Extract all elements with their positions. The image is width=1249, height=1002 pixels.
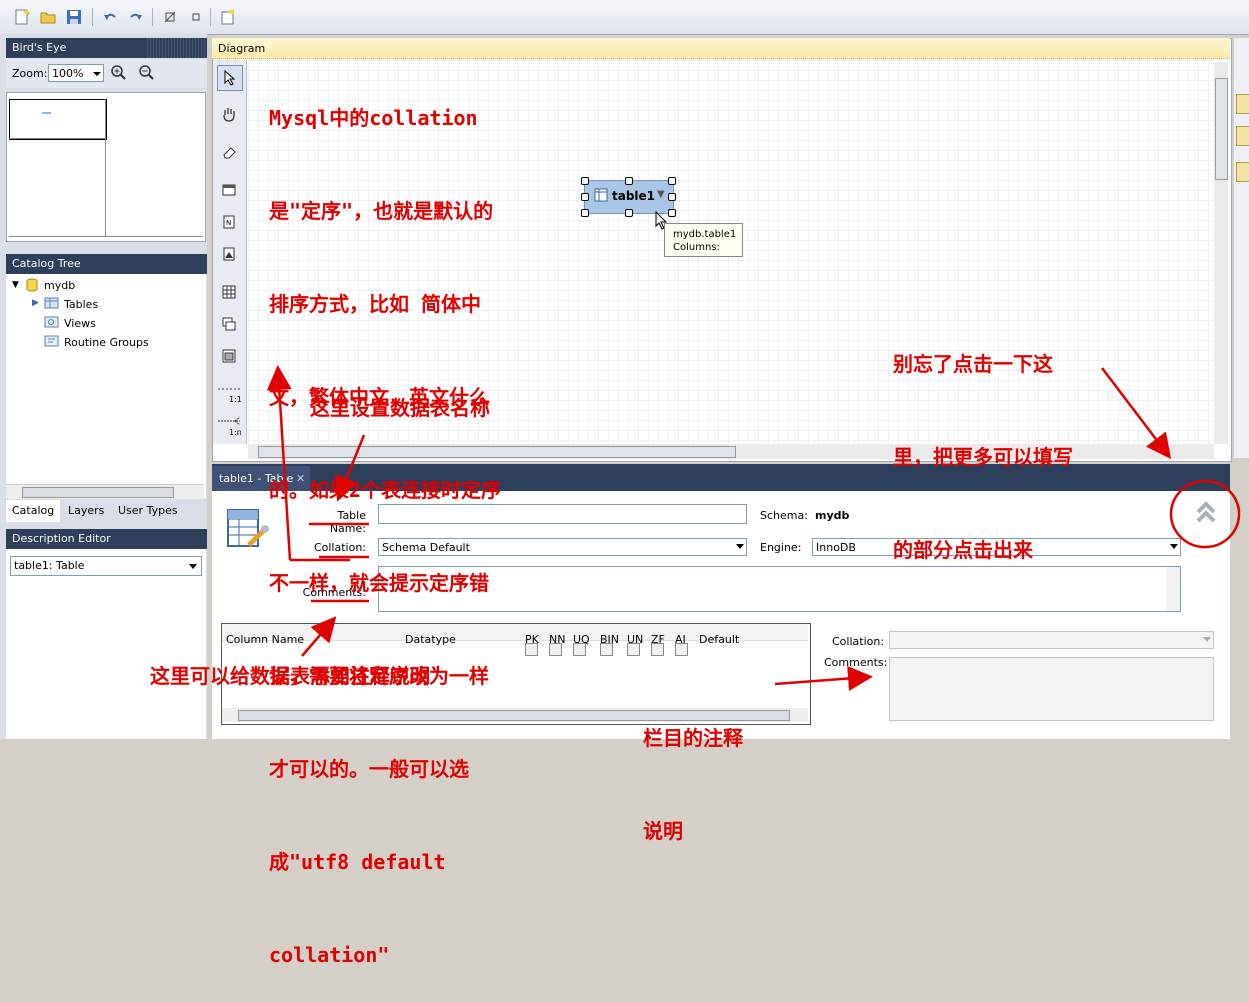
expand-highlight-circle — [1169, 479, 1241, 549]
annotation-arrows — [266, 365, 1241, 691]
arrow-to-table-name — [334, 434, 366, 502]
arrow-up-to-collation-note — [266, 365, 292, 561]
collation-note-line: collation" — [269, 943, 390, 967]
arrow-to-expand — [1101, 367, 1172, 459]
column-comment-note-line: 说明 — [643, 819, 683, 843]
arrow-to-column-comments — [774, 666, 873, 691]
collation-note-line: 成"utf8 default — [269, 850, 446, 874]
collation-note-line: 才可以的。一般可以选 — [269, 757, 469, 781]
arrow-to-comments — [301, 616, 337, 657]
